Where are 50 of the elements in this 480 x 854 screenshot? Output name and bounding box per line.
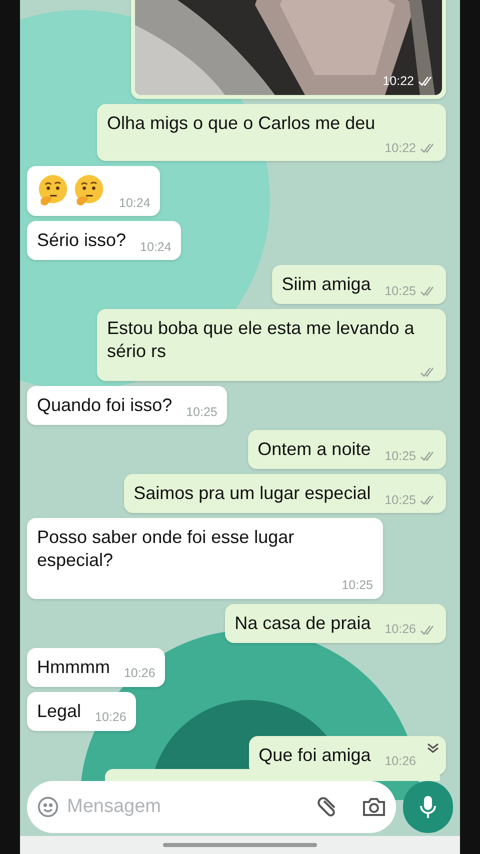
- double-check-icon: [420, 450, 436, 461]
- message-text: Quando foi isso?: [37, 394, 172, 418]
- message-bubble[interactable]: Legal 10:26: [27, 692, 136, 731]
- message-bubble[interactable]: Estou boba que ele esta me levando a sério rs: [97, 309, 446, 382]
- message-text: Legal: [37, 700, 82, 723]
- message-time: 10:24: [119, 194, 150, 212]
- message-time: 10:25: [384, 492, 416, 508]
- message-bubble[interactable]: Hmmmm 10:26: [27, 648, 166, 687]
- message-bubble[interactable]: Siim amiga 10:25: [272, 265, 446, 304]
- message-time: 10:26: [384, 621, 416, 638]
- camera-icon[interactable]: [362, 796, 386, 818]
- message-text: Que foi amiga: [258, 744, 371, 767]
- double-check-icon: [420, 367, 436, 378]
- thinking-emoji-icon: [73, 174, 105, 208]
- double-check-icon: [420, 624, 436, 635]
- message-time: 10:25: [384, 448, 416, 464]
- message-bubble[interactable]: Saimos pra um lugar especial 10:25: [124, 474, 446, 514]
- message-field[interactable]: Mensagem: [27, 781, 396, 833]
- microphone-icon: [419, 795, 437, 819]
- chevron-down-icon[interactable]: [426, 742, 440, 754]
- message-text: Hmmmm: [37, 656, 110, 679]
- message-text: Na casa de praia: [234, 612, 371, 635]
- message-time: 10:25: [186, 404, 218, 420]
- thinking-emoji-icon: [37, 174, 69, 208]
- double-check-icon: [418, 76, 434, 86]
- message-text: Estou boba que ele esta me levando a sério rs: [107, 317, 416, 364]
- message-bubble[interactable]: Sério isso? 10:24: [27, 221, 182, 260]
- message-text: Siim amiga: [282, 273, 371, 296]
- message-text: Saimos pra um lugar especial: [134, 482, 371, 506]
- message-bubble[interactable]: Posso saber onde foi esse lugar especial? 10:25: [27, 518, 383, 599]
- message-input[interactable]: Mensagem: [67, 792, 308, 822]
- message-time: 10:22: [384, 140, 416, 156]
- double-check-icon: [420, 142, 436, 153]
- message-bubble[interactable]: Na casa de praia 10:26: [224, 604, 446, 643]
- message-time: 10:25: [342, 577, 373, 594]
- message-time: 10:24: [140, 238, 172, 256]
- message-bubble[interactable]: Ontem a noite 10:25: [248, 430, 446, 470]
- message-bubble[interactable]: Olha migs o que o Carlos me deu 10:22: [97, 104, 446, 162]
- double-check-icon: [420, 286, 436, 296]
- message-text: Olha migs o que o Carlos me deu: [107, 112, 376, 134]
- message-time: 10:26: [95, 709, 126, 726]
- message-text: Ontem a noite: [258, 438, 371, 462]
- message-text: Sério isso?: [37, 229, 126, 252]
- message-time: 10:25: [384, 282, 416, 300]
- message-time: 10:26: [124, 665, 156, 682]
- message-time: 10:26: [384, 753, 416, 770]
- message-bubble[interactable]: Quando foi isso? 10:25: [27, 386, 228, 426]
- emoji-icon[interactable]: [37, 796, 59, 818]
- double-check-icon: [420, 494, 436, 505]
- message-text: Posso saber onde foi esse lugar especial?: [37, 526, 296, 572]
